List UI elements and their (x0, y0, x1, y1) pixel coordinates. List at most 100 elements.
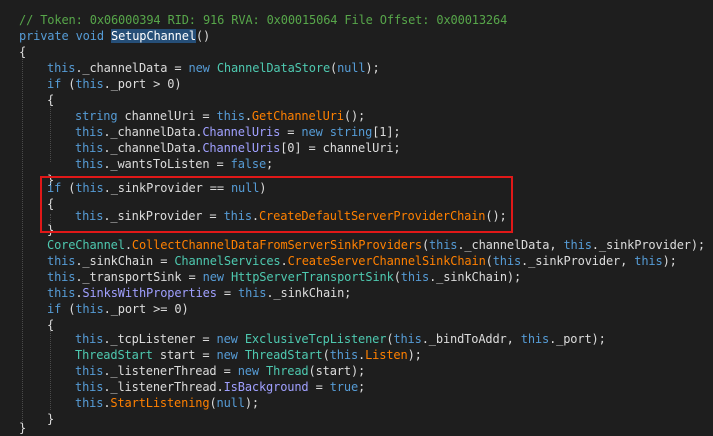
code-token: (); (343, 109, 366, 123)
code-token: ( (322, 348, 330, 362)
code-token: . (124, 238, 132, 252)
code-line-transport-sink[interactable]: this._transportSink = new HttpServerTran… (47, 269, 521, 285)
code-token: = (280, 125, 302, 139)
code-token: IsBackground (223, 380, 309, 394)
code-token: ._sinkChain; (266, 286, 352, 300)
code-token: CreateServerChannelSinkChain (287, 254, 486, 268)
code-token: ( (421, 238, 430, 252)
code-token: ChannelUris (202, 141, 281, 155)
code-token: { (47, 318, 55, 332)
code-token: ExclusiveTcpListener (244, 332, 387, 346)
code-line-if-listen-close[interactable]: } (47, 411, 54, 427)
code-token: false (230, 157, 267, 171)
code-token: Thread (266, 364, 309, 378)
code-token: this (492, 254, 522, 268)
code-token: () (195, 29, 211, 43)
code-line-start-listening[interactable]: this.StartListening(null); (75, 395, 259, 411)
code-editor[interactable]: // Token: 0x06000394 RID: 916 RVA: 0x000… (0, 0, 713, 435)
code-token: this (75, 302, 104, 316)
code-line-thread-start[interactable]: ThreadStart start = new ThreadStart(this… (75, 347, 422, 363)
code-token: this (429, 238, 458, 252)
code-token: new (237, 364, 259, 378)
code-token: this (47, 254, 76, 268)
code-token: this (75, 141, 104, 155)
code-line-is-background[interactable]: this._listenerThread.IsBackground = true… (75, 379, 365, 395)
code-token: this (75, 157, 104, 171)
code-token: { (19, 45, 27, 59)
code-line-channel-uris-assign[interactable]: this._channelData.ChannelUris[0] = chann… (75, 140, 401, 156)
code-token: new (202, 270, 224, 284)
code-token: this (216, 109, 245, 123)
code-token: ChannelUris (202, 125, 281, 139)
code-token: SinksWithProperties (82, 286, 217, 300)
code-token: ._tcpListener = (103, 332, 217, 346)
code-token: this (75, 380, 104, 394)
code-token: this (75, 77, 104, 91)
code-token: ); (407, 348, 422, 362)
code-token: . (280, 254, 288, 268)
code-token: ( (393, 270, 401, 284)
code-token: ._sinkChain = (75, 254, 175, 268)
code-token: ._channelData. (103, 141, 203, 155)
code-token: this (75, 332, 104, 346)
code-token: (start); (308, 364, 366, 378)
code-token: ._wantsToListen = (103, 157, 231, 171)
code-line-if-port[interactable]: if (this._port > 0) (47, 76, 182, 92)
code-line-channel-uris-new[interactable]: this._channelData.ChannelUris = new stri… (75, 124, 401, 140)
code-line-listener-thread[interactable]: this._listenerThread = new Thread(start)… (75, 363, 365, 379)
code-token: string (75, 109, 118, 123)
code-token: } (19, 421, 27, 435)
code-line-wants-to-listen[interactable]: this._wantsToListen = false; (75, 156, 273, 172)
code-token: } (47, 412, 55, 426)
code-token: true (329, 380, 359, 394)
code-token: ._sinkChain); (429, 270, 522, 284)
code-line-if-port-open[interactable]: { (47, 92, 54, 108)
code-line-channel-data[interactable]: this._channelData = new ChannelDataStore… (47, 60, 380, 76)
code-line-collect-channel-data[interactable]: CoreChannel.CollectChannelDataFromServer… (47, 237, 705, 253)
code-token: GetChannelUri (251, 109, 344, 123)
code-token: private (19, 29, 69, 43)
code-line-channel-uri[interactable]: string channelUri = this.GetChannelUri()… (75, 108, 365, 124)
code-token: string (329, 125, 373, 139)
code-line-open-brace[interactable]: { (19, 44, 26, 60)
code-token: this (47, 61, 76, 75)
code-line-sinks-with-properties[interactable]: this.SinksWithProperties = this._sinkCha… (47, 285, 351, 301)
code-token: this (520, 332, 550, 346)
code-token: StartListening (110, 396, 210, 410)
code-line-sink-chain[interactable]: this._sinkChain = ChannelServices.Create… (47, 253, 677, 269)
code-token: this (238, 286, 267, 300)
code-token: void (75, 29, 104, 43)
code-token: this (75, 364, 104, 378)
indent-guide-if-port (50, 102, 51, 162)
code-token: CollectChannelDataFromServerSinkProvider… (131, 238, 422, 252)
code-token: ._channelData, (457, 238, 564, 252)
code-token: = (216, 286, 239, 300)
code-token: channelUri = (117, 109, 217, 123)
code-line-if-port-listen[interactable]: if (this._port >= 0) (47, 301, 189, 317)
code-token: start = (152, 348, 217, 362)
code-token: this (563, 238, 592, 252)
code-token: this (393, 332, 422, 346)
code-token: . (244, 109, 252, 123)
code-token: ThreadStart (75, 348, 153, 362)
code-token: this (634, 254, 663, 268)
code-token: ._bindToAddr, (421, 332, 521, 346)
code-token: ); (662, 254, 677, 268)
code-token: ; (358, 380, 366, 394)
code-token: = (308, 380, 330, 394)
code-token: ( (61, 77, 76, 91)
code-line-if-listen-open[interactable]: { (47, 317, 54, 333)
code-token: HttpServerTransportSink (230, 270, 394, 284)
code-token: ._port >= 0) (103, 302, 189, 316)
header-comment: // Token: 0x06000394 RID: 916 RVA: 0x000… (19, 13, 508, 27)
code-line-method-signature[interactable]: private void SetupChannel() (19, 28, 210, 44)
highlight-annotation-box (40, 176, 513, 233)
code-line-tcp-listener[interactable]: this._tcpListener = new ExclusiveTcpList… (75, 331, 606, 347)
code-token: if (47, 77, 62, 91)
